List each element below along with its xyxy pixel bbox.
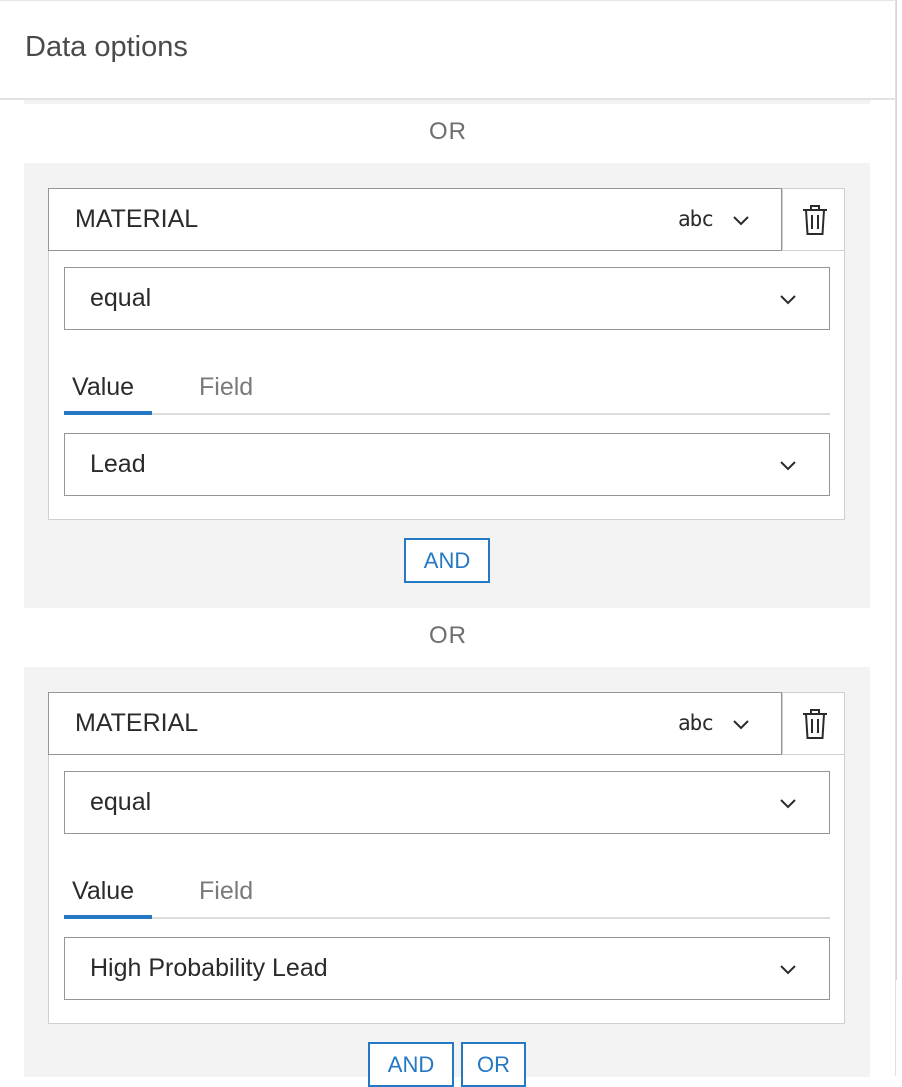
operator-value: equal <box>90 284 152 312</box>
chevron-down-icon <box>780 295 796 305</box>
chevron-down-icon <box>780 799 796 809</box>
value-select[interactable]: High Probability Lead <box>64 937 830 1000</box>
and-button[interactable]: AND <box>368 1042 454 1087</box>
active-tab-indicator <box>64 915 152 919</box>
value-text: High Probability Lead <box>90 954 328 982</box>
chevron-down-icon <box>733 216 749 226</box>
operator-select[interactable]: equal <box>64 267 830 330</box>
field-select[interactable]: MATERIAL abc <box>48 188 782 251</box>
or-button[interactable]: OR <box>461 1042 526 1087</box>
trash-icon <box>803 205 827 235</box>
panel-header: Data options <box>0 1 896 100</box>
tab-value[interactable]: Value <box>72 373 134 402</box>
filter-group: MATERIAL abc equal Value Field <box>24 667 870 1087</box>
field-select[interactable]: MATERIAL abc <box>48 692 782 755</box>
trash-icon <box>803 709 827 739</box>
value-text: Lead <box>90 450 146 478</box>
value-field-tabs: Value Field <box>64 365 830 415</box>
filter-group: MATERIAL abc equal Value Field <box>24 163 870 608</box>
chevron-down-icon <box>780 965 796 975</box>
operator-select[interactable]: equal <box>64 771 830 834</box>
delete-condition-button[interactable] <box>782 692 845 755</box>
panel-title: Data options <box>25 31 188 63</box>
or-separator: OR <box>429 622 467 649</box>
tab-field[interactable]: Field <box>199 877 253 906</box>
tab-value[interactable]: Value <box>72 877 134 906</box>
or-separator: OR <box>429 118 467 145</box>
chevron-down-icon <box>733 720 749 730</box>
previous-group-edge <box>24 100 870 104</box>
tab-field[interactable]: Field <box>199 373 253 402</box>
field-type-tag: abc <box>678 711 714 735</box>
scrollbar[interactable] <box>896 0 902 980</box>
value-select[interactable]: Lead <box>64 433 830 496</box>
chevron-down-icon <box>780 461 796 471</box>
active-tab-indicator <box>64 411 152 415</box>
field-name: MATERIAL <box>75 709 199 737</box>
field-type-tag: abc <box>678 207 714 231</box>
delete-condition-button[interactable] <box>782 188 845 251</box>
operator-value: equal <box>90 788 152 816</box>
value-field-tabs: Value Field <box>64 869 830 919</box>
and-button[interactable]: AND <box>404 538 490 583</box>
field-name: MATERIAL <box>75 205 199 233</box>
data-options-panel: Data options OR MATERIAL abc equal Value… <box>0 0 896 1087</box>
